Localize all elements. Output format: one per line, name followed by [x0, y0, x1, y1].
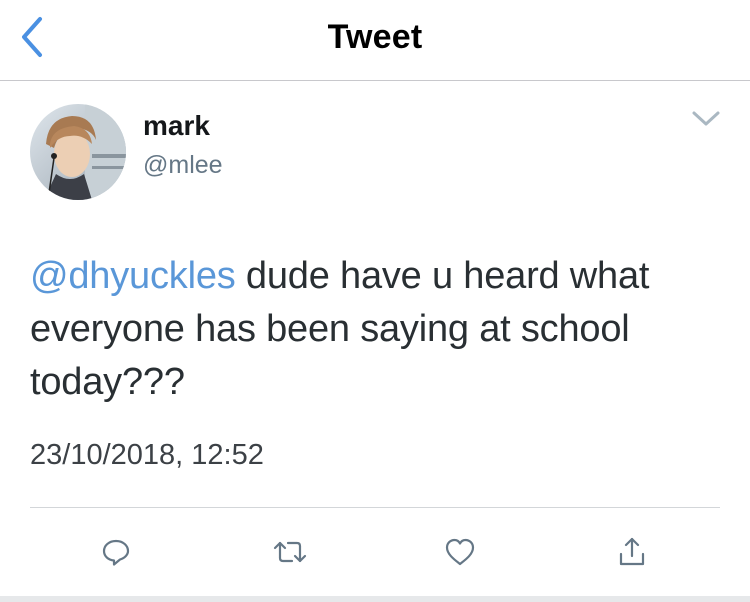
- bottom-separator: [0, 596, 750, 602]
- like-icon: [445, 538, 475, 566]
- retweet-icon: [273, 541, 307, 563]
- page-title: Tweet: [327, 18, 423, 56]
- author-display-name[interactable]: mark: [143, 110, 210, 142]
- navigation-bar: Tweet: [0, 0, 750, 81]
- share-icon: [619, 537, 645, 566]
- reply-button[interactable]: [94, 530, 138, 574]
- divider: [30, 507, 720, 508]
- tweet-timestamp: 23/10/2018, 12:52: [30, 439, 264, 471]
- tweet-options-button[interactable]: [685, 102, 727, 136]
- profile-photo-icon: [30, 104, 126, 200]
- tweet-text: @dhyuckles dude have u heard what everyo…: [30, 250, 730, 409]
- chevron-down-icon: [692, 111, 720, 126]
- share-button[interactable]: [610, 530, 654, 574]
- avatar[interactable]: [30, 104, 126, 200]
- like-button[interactable]: [438, 530, 482, 574]
- retweet-button[interactable]: [268, 530, 312, 574]
- tweet-detail-screen: Tweet mark @mlee @dhyuckles dude have u …: [0, 0, 750, 602]
- reply-icon: [102, 539, 130, 566]
- author-handle[interactable]: @mlee: [143, 151, 223, 180]
- mention-link[interactable]: @dhyuckles: [30, 255, 236, 297]
